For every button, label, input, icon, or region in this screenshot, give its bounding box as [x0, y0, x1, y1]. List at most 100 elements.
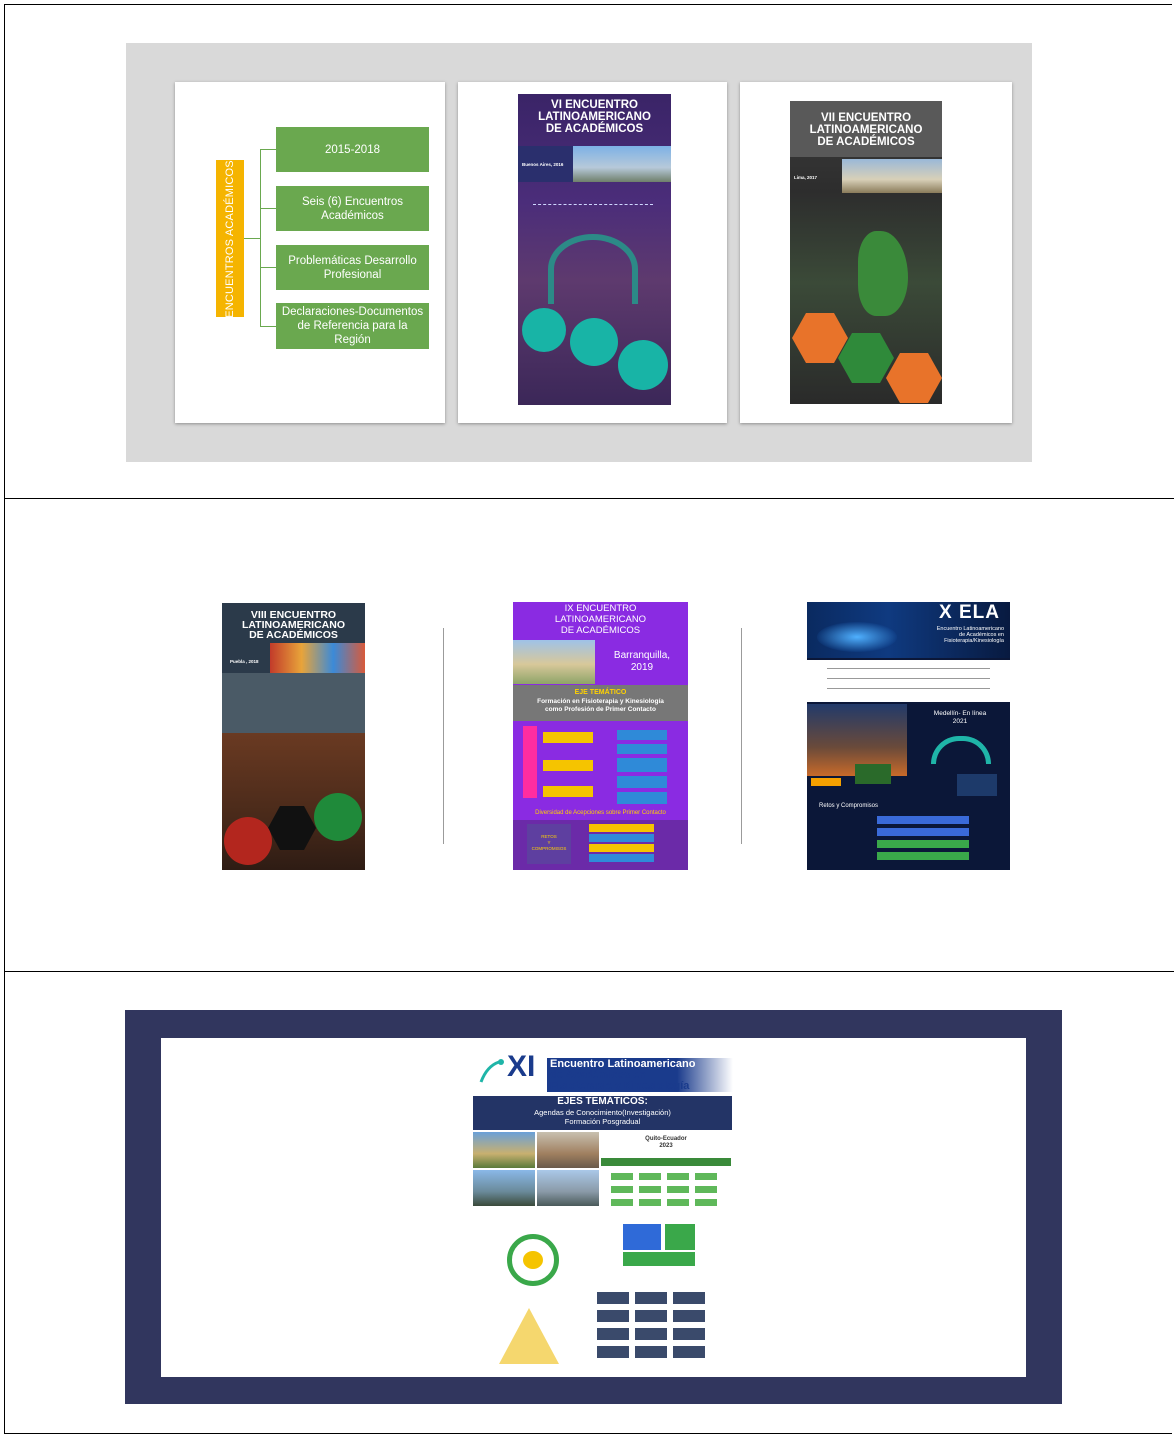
connector	[244, 238, 260, 239]
xi-slide: XI Encuentro Latinoamericano de Académic…	[161, 1038, 1026, 1377]
connector	[260, 326, 276, 327]
xi-mini-box	[611, 1173, 633, 1180]
ix-formacion: Formación en Fisioterapia y Kinesiología…	[537, 698, 664, 713]
xi-box	[665, 1224, 695, 1250]
text-line	[827, 668, 990, 669]
vi-poster-title: VI ENCUENTRO LATINOAMERICANO DE ACADÉMIC…	[538, 99, 651, 135]
text-line	[827, 678, 990, 679]
ix-box	[589, 824, 654, 832]
bracket	[260, 149, 261, 327]
ix-box	[617, 744, 667, 754]
ix-box	[617, 758, 667, 772]
viii-bubble	[314, 793, 362, 841]
viii-bubble	[224, 817, 272, 865]
ix-box	[543, 732, 593, 743]
vi-bubble	[618, 340, 668, 390]
ix-poster-title: IX ENCUENTRO LATINOAMERICANO DE ACADÉMIC…	[554, 603, 647, 636]
xi-mini-box	[635, 1328, 667, 1340]
xi-mini-box	[639, 1199, 661, 1206]
connector	[260, 149, 276, 150]
xi-mini-box	[695, 1173, 717, 1180]
text-line	[827, 688, 990, 689]
ix-side-tab	[523, 726, 537, 798]
x-ela-box	[957, 774, 997, 796]
x-ela-box	[811, 778, 841, 786]
ix-city-photo	[513, 640, 595, 684]
ix-box	[617, 730, 667, 740]
xi-mini-box	[667, 1186, 689, 1193]
connector	[260, 208, 276, 209]
column-separator	[741, 628, 742, 844]
viii-poster-title: VIII ENCUENTRO LATINOAMERICANO DE ACADÉM…	[241, 609, 346, 641]
x-ela-hand-graphic	[817, 622, 897, 652]
ix-box	[543, 786, 593, 797]
xi-photo	[473, 1132, 535, 1168]
item-box: Problemáticas Desarrollo Profesional	[276, 245, 429, 290]
x-ela-box	[877, 852, 969, 860]
xi-ejes-title: EJES TEMÁTICOS:	[557, 1096, 648, 1107]
vertical-label-text: ENCUENTROS ACADÉMICOS	[224, 159, 236, 318]
xi-banner: Encuentro Latinoamericano de Académicos …	[547, 1058, 733, 1092]
x-ela-subtitle: Encuentro Latinoamericano de Académicos …	[936, 626, 1004, 644]
vi-city: Buenos Aires, 2016	[522, 162, 564, 167]
x-ela-box	[877, 816, 969, 824]
ix-box	[589, 844, 654, 852]
row-divider	[4, 971, 1174, 972]
viii-ejes-band	[222, 673, 365, 733]
x-ela-box	[877, 828, 969, 836]
x-ela-box	[855, 764, 891, 784]
x-ela-city: Medellín- En línea 2021	[933, 710, 987, 725]
xi-ejes-band: EJES TEMÁTICOS: Agendas de Conocimiento(…	[473, 1096, 732, 1130]
x-ela-fan-graphic	[931, 736, 991, 764]
viii-city: Puebla , 2018	[230, 659, 259, 664]
xi-mini-box	[597, 1292, 629, 1304]
xi-logo-numeral: XI	[507, 1050, 536, 1083]
xi-ejes-line: Agendas de Conocimiento(Investigación)	[534, 1108, 671, 1117]
row-divider	[4, 498, 1174, 499]
xi-photo	[537, 1170, 599, 1206]
xi-photo	[473, 1170, 535, 1206]
xi-mini-box	[611, 1199, 633, 1206]
xi-mini-box	[667, 1173, 689, 1180]
xi-cycle-center	[523, 1251, 543, 1269]
xi-ejes-line: Formación Posgradual	[564, 1117, 641, 1126]
xi-mini-box	[597, 1310, 629, 1322]
ix-box	[617, 792, 667, 804]
xi-mini-box	[635, 1292, 667, 1304]
item-box: 2015-2018	[276, 127, 429, 172]
vi-poster-slide: VI ENCUENTRO LATINOAMERICANO DE ACADÉMIC…	[458, 82, 727, 423]
xi-mini-box	[667, 1199, 689, 1206]
xi-box	[623, 1224, 661, 1250]
xi-mini-box	[597, 1346, 629, 1358]
ix-box	[589, 834, 654, 842]
x-ela-ejes-band	[807, 660, 1010, 702]
viii-city-photo	[270, 643, 365, 673]
vi-bubble	[570, 318, 618, 366]
connector	[260, 267, 276, 268]
vii-hex	[886, 353, 942, 403]
xi-mini-box	[635, 1310, 667, 1322]
xi-mini-box	[673, 1328, 705, 1340]
vii-poster-title: VII ENCUENTRO LATINOAMERICANO DE ACADÉMI…	[809, 112, 923, 148]
xi-pyramid	[499, 1308, 559, 1364]
vi-bubble	[522, 308, 566, 352]
xi-figure-icon	[479, 1059, 504, 1083]
xi-mini-box	[597, 1328, 629, 1340]
xi-location: Quito-Ecuador 2023	[645, 1136, 687, 1149]
xi-mini-box	[673, 1310, 705, 1322]
vii-city: Lima, 2017	[794, 175, 818, 180]
ix-box	[543, 760, 593, 771]
xi-photo	[537, 1132, 599, 1168]
vii-poster: VII ENCUENTRO LATINOAMERICANO DE ACADÉMI…	[790, 101, 942, 404]
xi-mini-box	[695, 1199, 717, 1206]
x-ela-title: X ELA	[939, 602, 1000, 623]
ix-poster: IX ENCUENTRO LATINOAMERICANO DE ACADÉMIC…	[513, 602, 688, 870]
ix-retos: RETOS Y COMPROMISOS	[527, 824, 571, 864]
vi-city-photo	[573, 146, 671, 182]
xi-mini-box	[695, 1186, 717, 1193]
vi-poster: VI ENCUENTRO LATINOAMERICANO DE ACADÉMIC…	[518, 94, 671, 405]
column-separator	[443, 628, 444, 844]
diagram-slide: ENCUENTROS ACADÉMICOS 2015-2018 Seis (6)…	[175, 82, 445, 423]
xi-mini-box	[639, 1186, 661, 1193]
vii-city-photo	[842, 159, 942, 193]
